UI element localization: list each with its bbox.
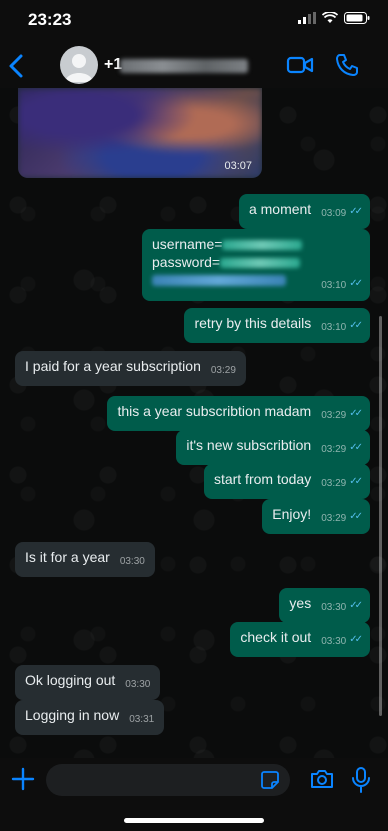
wifi-icon bbox=[322, 12, 338, 23]
read-ticks-icon: ✓✓ bbox=[349, 278, 363, 289]
read-ticks-icon: ✓✓ bbox=[349, 408, 363, 419]
home-indicator[interactable] bbox=[124, 818, 264, 823]
status-icons bbox=[298, 12, 370, 24]
message-input[interactable] bbox=[46, 764, 290, 796]
read-ticks-icon: ✓✓ bbox=[349, 206, 363, 217]
chat-header: +1 bbox=[0, 44, 388, 88]
message-outgoing[interactable]: Enjoy! 03:29 ✓✓ bbox=[262, 499, 370, 534]
message-text: Ok logging out bbox=[25, 672, 116, 688]
message-list[interactable]: 03:07 a moment 03:09 ✓✓ username= password… bbox=[0, 88, 388, 758]
message-text: a moment bbox=[248, 201, 312, 217]
read-ticks-icon: ✓✓ bbox=[349, 320, 363, 331]
message-text: yes bbox=[289, 595, 312, 611]
message-outgoing[interactable]: yes 03:30 ✓✓ bbox=[279, 588, 370, 623]
plus-icon[interactable] bbox=[10, 766, 36, 792]
message-time: 03:29 bbox=[321, 410, 347, 421]
phone-icon[interactable] bbox=[334, 52, 360, 78]
status-bar: 23:23 bbox=[0, 0, 388, 44]
message-text: username= bbox=[152, 236, 223, 252]
message-incoming[interactable]: Logging in now 03:31 bbox=[15, 700, 165, 735]
message-text: start from today bbox=[213, 471, 312, 487]
video-call-icon[interactable] bbox=[286, 54, 314, 76]
microphone-icon[interactable] bbox=[350, 766, 372, 794]
message-time: 03:31 bbox=[129, 714, 155, 725]
message-outgoing[interactable]: a moment 03:09 ✓✓ bbox=[238, 194, 370, 229]
status-time: 23:23 bbox=[28, 10, 72, 29]
message-incoming[interactable]: Is it for a year 03:30 bbox=[15, 542, 155, 577]
message-text: Enjoy! bbox=[272, 506, 312, 522]
read-ticks-icon: ✓✓ bbox=[349, 476, 363, 487]
message-time: 03:09 bbox=[321, 208, 347, 219]
back-chevron-icon[interactable] bbox=[6, 52, 30, 80]
message-outgoing[interactable]: this a year subscribtion madam 03:29 ✓✓ bbox=[107, 396, 370, 431]
message-outgoing[interactable]: it's new subscribtion 03:29 ✓✓ bbox=[176, 430, 370, 465]
battery-icon bbox=[344, 12, 370, 24]
message-time: 03:30 bbox=[321, 602, 347, 613]
message-time: 03:07 bbox=[224, 160, 252, 172]
read-ticks-icon: ✓✓ bbox=[349, 634, 363, 645]
redacted-username bbox=[222, 240, 303, 250]
message-time: 03:29 bbox=[321, 478, 347, 489]
message-text: this a year subscribtion madam bbox=[117, 403, 312, 419]
message-outgoing[interactable]: retry by this details 03:10 ✓✓ bbox=[184, 308, 370, 343]
message-time: 03:30 bbox=[321, 636, 347, 647]
read-ticks-icon: ✓✓ bbox=[349, 600, 363, 611]
message-time: 03:29 bbox=[210, 365, 236, 376]
redacted-password bbox=[220, 258, 301, 268]
avatar[interactable] bbox=[60, 46, 98, 84]
message-time: 03:30 bbox=[119, 556, 145, 567]
image-message[interactable]: 03:07 bbox=[18, 88, 262, 178]
message-text: Is it for a year bbox=[25, 549, 110, 565]
redacted-link[interactable] bbox=[152, 275, 286, 286]
message-outgoing-credentials[interactable]: username= password= 03:10 ✓✓ bbox=[142, 229, 370, 301]
chat-screen: 23:23 +1 03:07 a moment 03:09 ✓✓ usernam… bbox=[0, 0, 388, 831]
message-time: 03:29 bbox=[321, 513, 347, 524]
message-time: 03:29 bbox=[321, 444, 347, 455]
message-text: password= bbox=[152, 254, 221, 270]
message-time: 03:10 bbox=[321, 280, 347, 291]
redacted-phone-number bbox=[120, 59, 248, 73]
message-incoming[interactable]: I paid for a year subscription 03:29 bbox=[15, 351, 246, 386]
sticker-icon[interactable] bbox=[260, 770, 280, 790]
message-text: retry by this details bbox=[194, 315, 312, 331]
signal-icon bbox=[298, 12, 316, 24]
camera-icon[interactable] bbox=[310, 768, 334, 790]
avatar-icon bbox=[65, 54, 93, 82]
message-outgoing[interactable]: check it out 03:30 ✓✓ bbox=[230, 622, 370, 657]
read-ticks-icon: ✓✓ bbox=[349, 511, 363, 522]
message-time: 03:10 bbox=[321, 322, 347, 333]
scrollbar[interactable] bbox=[379, 316, 382, 716]
message-text: Logging in now bbox=[25, 707, 120, 723]
read-ticks-icon: ✓✓ bbox=[349, 442, 363, 453]
message-text: check it out bbox=[240, 629, 312, 645]
message-incoming[interactable]: Ok logging out 03:30 bbox=[15, 665, 161, 700]
message-outgoing[interactable]: start from today 03:29 ✓✓ bbox=[203, 464, 370, 499]
composer-bar bbox=[0, 758, 388, 802]
message-text: I paid for a year subscription bbox=[25, 358, 201, 374]
message-time: 03:30 bbox=[125, 679, 151, 690]
message-text: it's new subscribtion bbox=[186, 437, 312, 453]
